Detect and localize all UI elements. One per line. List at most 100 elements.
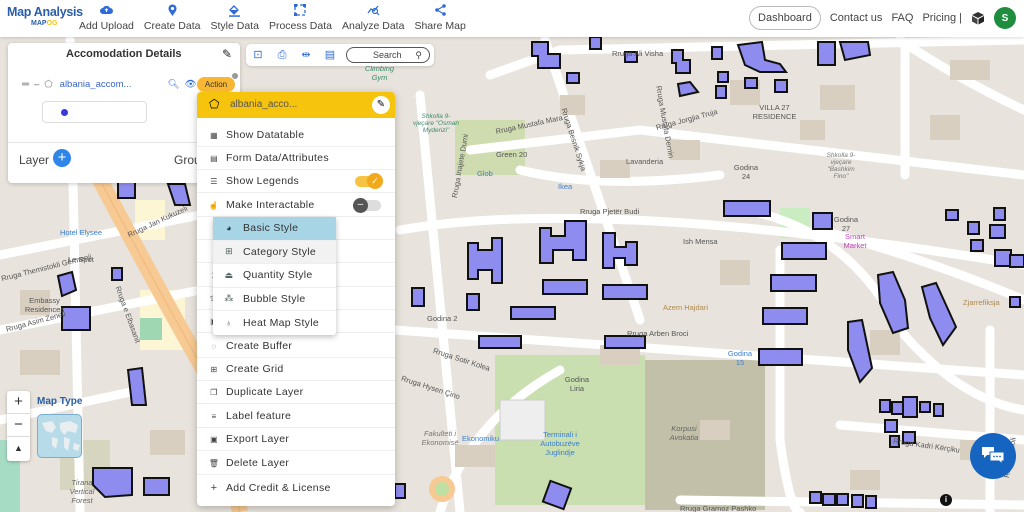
action-indicator: [232, 73, 238, 79]
polygon-icon: ⬠: [44, 79, 53, 90]
polygon: [624, 51, 638, 63]
measure-icon[interactable]: ⇹: [299, 48, 313, 62]
menu-form-data[interactable]: ▤ Form Data/Attributes: [197, 147, 395, 171]
user-avatar[interactable]: S: [994, 7, 1016, 29]
nav-process-data[interactable]: Process Data: [264, 4, 337, 32]
info-icon[interactable]: i: [940, 494, 952, 506]
hand-pointer-icon: ☝: [208, 200, 220, 210]
app-subtitle: MAPOG: [31, 20, 58, 27]
cloud-upload-icon: [99, 4, 113, 18]
menu-label-feature[interactable]: ≡ Label feature: [197, 405, 395, 429]
layer-legend: [42, 101, 147, 123]
menu-delete-layer[interactable]: 🗑︎ Delete Layer: [197, 452, 395, 476]
app-title: Map Analysis: [7, 5, 83, 19]
add-layer-button[interactable]: +: [53, 149, 71, 167]
quantity-icon: ⏏: [224, 269, 234, 280]
nav-share-map[interactable]: Share Map: [409, 4, 470, 32]
search-input[interactable]: Search ⚲: [346, 47, 430, 63]
menu-show-datatable[interactable]: ▦ Show Datatable: [197, 124, 395, 148]
layer-row: ═ – ⬠ albania_accom... 🔍︎ 👁︎: [22, 79, 197, 90]
focus-icon[interactable]: ⊡: [251, 48, 265, 62]
menu-create-grid[interactable]: ⊞ Create Grid: [197, 358, 395, 382]
menu-show-legends[interactable]: ☰ Show Legends ✓: [197, 170, 395, 194]
chat-icon: [982, 447, 1005, 466]
polygon: [411, 287, 425, 307]
polygon: [933, 403, 944, 417]
contact-link[interactable]: Contact us: [830, 12, 883, 24]
show-legends-toggle[interactable]: ✓: [355, 173, 383, 189]
polygon: [970, 239, 984, 252]
zoom-in-button[interactable]: +: [7, 391, 30, 414]
pricing-link[interactable]: Pricing |: [922, 12, 962, 24]
polygon: [865, 495, 877, 509]
polygon: [770, 274, 817, 292]
polygon: [542, 279, 588, 295]
search-icon[interactable]: ⚲: [415, 48, 422, 62]
polygon: [809, 491, 822, 504]
nav-analyze-data[interactable]: Analyze Data: [337, 4, 409, 32]
menu-duplicate-layer[interactable]: ❐ Duplicate Layer: [197, 381, 395, 405]
comment-icon[interactable]: ▤: [323, 48, 337, 62]
submenu-quantity-style[interactable]: ⏏ Quantity Style: [213, 264, 336, 288]
polygon: [566, 72, 580, 84]
menu-add-credit[interactable]: + Add Credit & License: [197, 476, 395, 499]
action-button[interactable]: Action: [197, 77, 235, 92]
heatmap-icon: ♁: [225, 317, 233, 328]
submenu-heatmap-style[interactable]: ♁ Heat Map Style: [213, 311, 336, 335]
analyze-icon: [367, 4, 380, 18]
compass-icon: ▲: [14, 443, 23, 453]
edit-pencil-icon[interactable]: ✎: [372, 96, 390, 114]
plus-icon: +: [210, 481, 218, 494]
submenu-category-style[interactable]: ⊞ Category Style: [213, 240, 336, 264]
table-icon: ▦: [210, 130, 218, 140]
menu-export-layer[interactable]: ▣ Export Layer: [197, 428, 395, 452]
polygon-icon: ⬠: [209, 97, 220, 111]
polygon: [394, 483, 406, 499]
polygon: [989, 224, 1006, 239]
dropdown-header: ⬠ albania_acco... ✎: [197, 92, 395, 118]
right-nav: Dashboard Contact us FAQ Pricing | S: [749, 6, 1016, 30]
form-icon: ▤: [210, 153, 218, 163]
brand-logo[interactable]: Map Analysis MAPOG: [7, 5, 83, 27]
print-icon[interactable]: ⎙: [275, 48, 289, 62]
make-interactable-toggle[interactable]: –: [353, 198, 381, 213]
zoom-to-layer-icon[interactable]: 🔍︎: [167, 79, 179, 90]
world-map-icon: [42, 421, 80, 451]
export-icon: ▣: [210, 434, 218, 444]
category-grid-icon: ⊞: [225, 246, 233, 257]
polygon: [774, 79, 788, 93]
layer-name[interactable]: albania_accom...: [60, 79, 132, 90]
panel-title: Accomodation Details: [66, 48, 182, 60]
compass-button[interactable]: ▲: [7, 437, 30, 460]
faq-link[interactable]: FAQ: [891, 12, 913, 24]
dropdown-layer-name: albania_acco...: [230, 99, 298, 110]
cube-icon[interactable]: [971, 11, 985, 25]
drag-handle-icon[interactable]: ═: [22, 79, 29, 90]
polygon: [812, 212, 833, 230]
polygon: [762, 307, 808, 325]
polygon: [781, 242, 827, 260]
polygon: [466, 293, 480, 311]
polygon: [851, 494, 864, 508]
nav-create-data[interactable]: Create Data: [139, 4, 206, 32]
submenu-basic-style[interactable]: ◕ Basic Style: [213, 217, 336, 241]
nav-add-upload[interactable]: Add Upload: [74, 4, 139, 32]
dashboard-button[interactable]: Dashboard: [749, 6, 821, 30]
collapse-icon[interactable]: –: [34, 79, 39, 90]
edit-pencil-icon[interactable]: ✎: [222, 47, 232, 61]
menu-make-interactable[interactable]: ☝ Make Interactable –: [197, 194, 395, 218]
map-pin-icon: [168, 4, 177, 18]
paint-bucket-icon: [228, 4, 241, 18]
visibility-eye-icon[interactable]: 👁︎: [185, 79, 197, 90]
map-type-label: Map Type: [37, 396, 83, 407]
menu-create-buffer[interactable]: ◌ Create Buffer: [197, 335, 395, 359]
zoom-controls: + − ▲: [7, 391, 30, 461]
polygon: [717, 71, 729, 83]
nav-style-data[interactable]: Style Data: [206, 4, 264, 32]
submenu-bubble-style[interactable]: ⁂ Bubble Style: [213, 288, 336, 311]
polygon: [919, 401, 931, 413]
chat-button[interactable]: [970, 433, 1016, 479]
map-type-thumbnail[interactable]: [37, 414, 82, 458]
polygon: [822, 493, 836, 506]
zoom-out-button[interactable]: −: [7, 414, 30, 437]
